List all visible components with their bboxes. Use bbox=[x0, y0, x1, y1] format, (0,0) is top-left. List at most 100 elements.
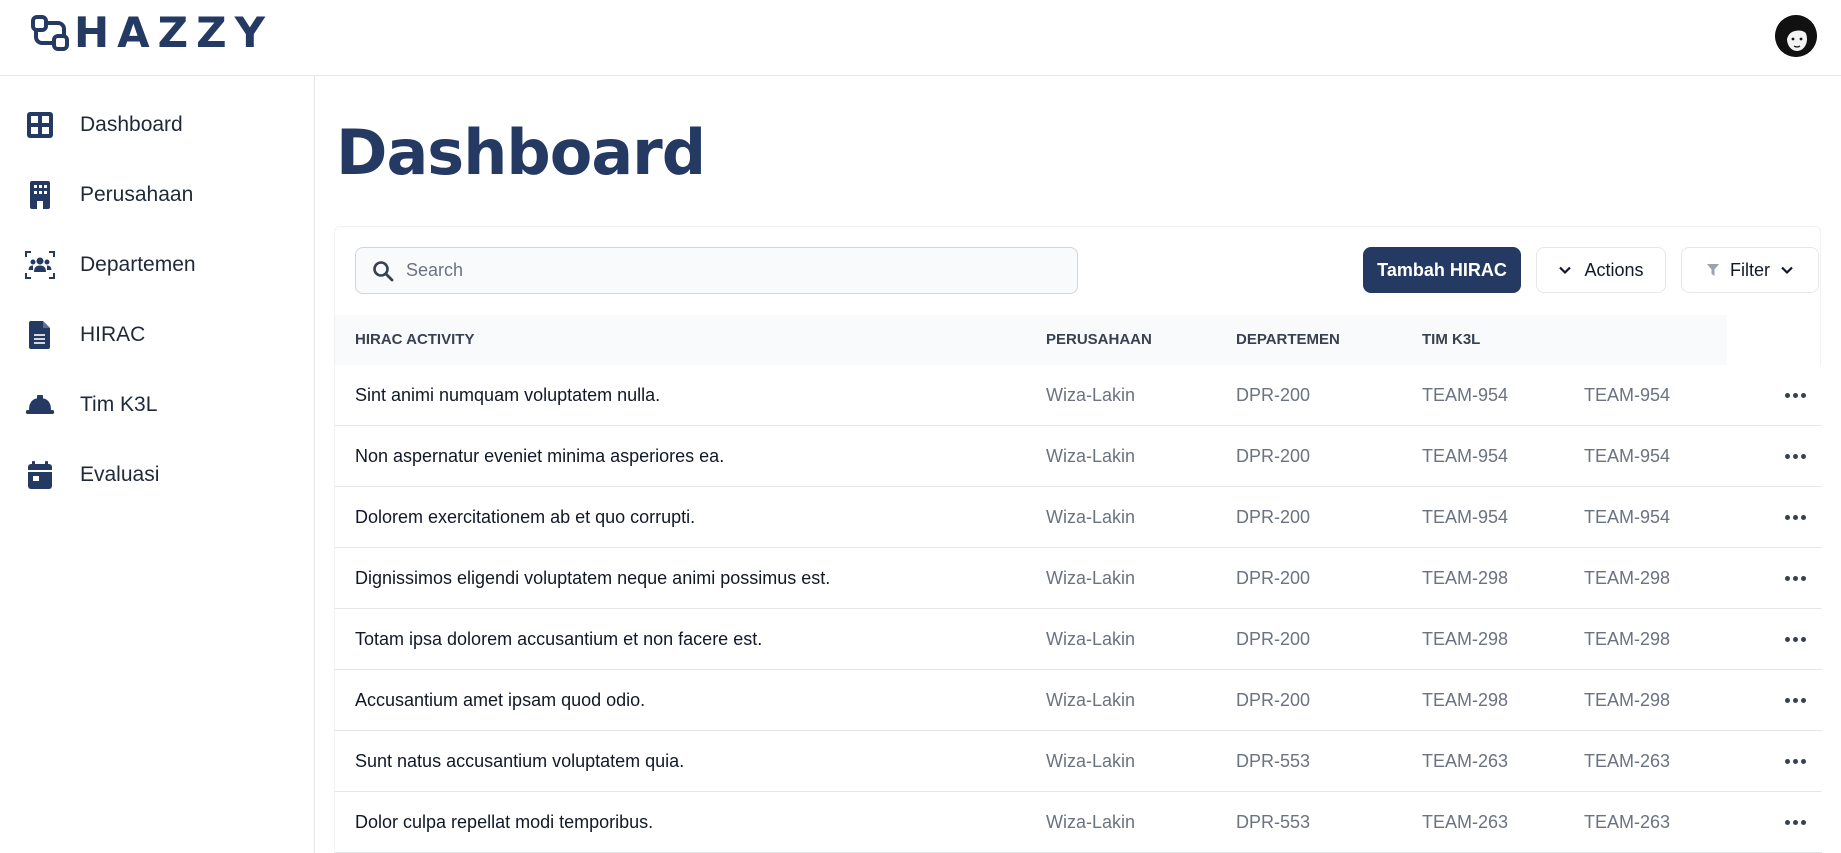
sidebar-item-label: Perusahaan bbox=[80, 183, 194, 206]
cell-departemen: DPR-200 bbox=[1236, 385, 1311, 405]
dot bbox=[1792, 697, 1798, 703]
user-avatar[interactable] bbox=[1775, 15, 1817, 57]
cell-perusahaan: Wiza-Lakin bbox=[1046, 812, 1136, 832]
cell-perusahaan: Wiza-Lakin bbox=[1046, 629, 1136, 649]
dot bbox=[1784, 575, 1790, 581]
cell-departemen: DPR-553 bbox=[1236, 812, 1311, 832]
page-title: Dashboard bbox=[336, 116, 706, 189]
search-box[interactable] bbox=[355, 247, 1078, 294]
dot bbox=[1792, 392, 1798, 398]
cell-tim-k3l: TEAM-954 bbox=[1422, 385, 1509, 405]
search-input[interactable] bbox=[406, 260, 1046, 281]
cell-activity: Dolor culpa repellat modi temporibus. bbox=[355, 812, 654, 832]
cell-activity: Sint animi numquam voluptatem nulla. bbox=[355, 385, 661, 405]
column-header-perusahaan[interactable]: PERUSAHAAN bbox=[1046, 315, 1152, 365]
more-options-icon[interactable] bbox=[1781, 566, 1809, 590]
dot bbox=[1792, 514, 1798, 520]
column-header-activity[interactable]: HIRAC ACTIVITY bbox=[355, 315, 474, 365]
cell-tim-k3l: TEAM-954 bbox=[1422, 446, 1509, 466]
dot bbox=[1792, 758, 1798, 764]
filter-dropdown-button[interactable]: Filter bbox=[1681, 247, 1819, 293]
cell-activity: Sunt natus accusantium voluptatem quia. bbox=[355, 751, 685, 771]
cell-perusahaan: Wiza-Lakin bbox=[1046, 690, 1136, 710]
cell-departemen: DPR-200 bbox=[1236, 690, 1311, 710]
building-icon bbox=[20, 175, 60, 215]
cell-departemen: DPR-200 bbox=[1236, 568, 1311, 588]
cell-activity: Dolorem exercitationem ab et quo corrupt… bbox=[355, 507, 696, 527]
sidebar-item-label: Tim K3L bbox=[80, 393, 158, 416]
brand-logo[interactable]: HAZZY bbox=[30, 8, 273, 57]
cell-tim-k3l: TEAM-298 bbox=[1422, 690, 1509, 710]
sidebar-item-tim-k3l[interactable]: Tim K3L bbox=[20, 385, 300, 425]
cell-team: TEAM-298 bbox=[1584, 629, 1671, 649]
hazzy-logo-icon bbox=[31, 15, 69, 51]
more-options-icon[interactable] bbox=[1781, 688, 1809, 712]
sidebar-item-dashboard[interactable]: Dashboard bbox=[20, 105, 300, 145]
more-options-icon[interactable] bbox=[1781, 627, 1809, 651]
cell-tim-k3l: TEAM-263 bbox=[1422, 812, 1509, 832]
table-row[interactable]: Accusantium amet ipsam quod odio. Wiza-La… bbox=[335, 670, 1822, 731]
helmet-icon bbox=[20, 385, 60, 425]
dot bbox=[1792, 819, 1798, 825]
table-row[interactable]: Sint animi numquam voluptatem nulla. Wiza… bbox=[335, 365, 1822, 426]
cell-activity: Accusantium amet ipsam quod odio. bbox=[355, 690, 646, 710]
cell-tim-k3l: TEAM-298 bbox=[1422, 568, 1509, 588]
dot bbox=[1800, 697, 1806, 703]
table-row[interactable]: Totam ipsa dolorem accusantium et non fa… bbox=[335, 609, 1822, 670]
cell-perusahaan: Wiza-Lakin bbox=[1046, 385, 1136, 405]
cell-perusahaan: Wiza-Lakin bbox=[1046, 568, 1136, 588]
top-bar: HAZZY bbox=[0, 0, 1841, 76]
more-options-icon[interactable] bbox=[1781, 505, 1809, 529]
cell-perusahaan: Wiza-Lakin bbox=[1046, 507, 1136, 527]
dot bbox=[1800, 392, 1806, 398]
sidebar-item-perusahaan[interactable]: Perusahaan bbox=[20, 175, 300, 215]
cell-tim-k3l: TEAM-263 bbox=[1422, 751, 1509, 771]
dot bbox=[1792, 575, 1798, 581]
cell-team: TEAM-298 bbox=[1584, 568, 1671, 588]
actions-dropdown-button[interactable]: Actions bbox=[1536, 247, 1666, 293]
main-content: Dashboard Tambah HIRAC Actions Filter HI… bbox=[316, 76, 1841, 853]
cell-team: TEAM-954 bbox=[1584, 507, 1671, 527]
cell-departemen: DPR-200 bbox=[1236, 446, 1311, 466]
table-row[interactable]: Dolorem exercitationem ab et quo corrupt… bbox=[335, 487, 1822, 548]
table-row[interactable]: Dolor culpa repellat modi temporibus. Wiz… bbox=[335, 792, 1822, 853]
cell-departemen: DPR-200 bbox=[1236, 629, 1311, 649]
column-header-tim-k3l[interactable]: TIM K3L bbox=[1422, 315, 1480, 365]
column-header-departemen[interactable]: DEPARTEMEN bbox=[1236, 315, 1340, 365]
sidebar-item-label: Departemen bbox=[80, 253, 196, 276]
cell-activity: Non aspernatur eveniet minima asperiores… bbox=[355, 446, 725, 466]
sidebar-item-label: Evaluasi bbox=[80, 463, 160, 486]
grid-icon bbox=[20, 105, 60, 145]
dot bbox=[1800, 636, 1806, 642]
chevron-down-icon bbox=[1559, 266, 1572, 275]
add-hirac-button[interactable]: Tambah HIRAC bbox=[1363, 247, 1521, 293]
chevron-down-icon bbox=[1781, 266, 1793, 275]
cell-team: TEAM-263 bbox=[1584, 751, 1671, 771]
sidebar: Dashboard Perusahaan Departemen HIRAC Ti… bbox=[0, 76, 315, 853]
more-options-icon[interactable] bbox=[1781, 383, 1809, 407]
dot bbox=[1784, 819, 1790, 825]
table-row[interactable]: Sunt natus accusantium voluptatem quia. W… bbox=[335, 731, 1822, 792]
dot bbox=[1800, 758, 1806, 764]
hirac-table-card: Tambah HIRAC Actions Filter HIRAC ACTIVI… bbox=[334, 226, 1822, 853]
more-options-icon[interactable] bbox=[1781, 810, 1809, 834]
dot bbox=[1784, 453, 1790, 459]
sidebar-item-label: Dashboard bbox=[80, 113, 183, 136]
dot bbox=[1800, 453, 1806, 459]
table-row[interactable]: Non aspernatur eveniet minima asperiores… bbox=[335, 426, 1822, 487]
search-icon bbox=[373, 260, 394, 281]
cell-activity: Dignissimos eligendi voluptatem neque an… bbox=[355, 568, 831, 588]
funnel-icon bbox=[1707, 264, 1719, 276]
more-options-icon[interactable] bbox=[1781, 444, 1809, 468]
sidebar-item-evaluasi[interactable]: Evaluasi bbox=[20, 455, 300, 495]
more-options-icon[interactable] bbox=[1781, 749, 1809, 773]
brand-name: HAZZY bbox=[74, 8, 273, 57]
dot bbox=[1784, 697, 1790, 703]
table-row[interactable]: Dignissimos eligendi voluptatem neque an… bbox=[335, 548, 1822, 609]
dot bbox=[1784, 392, 1790, 398]
sidebar-item-hirac[interactable]: HIRAC bbox=[20, 315, 300, 355]
sidebar-item-departemen[interactable]: Departemen bbox=[20, 245, 300, 285]
cell-departemen: DPR-553 bbox=[1236, 751, 1311, 771]
calendar-icon bbox=[20, 455, 60, 495]
filter-label: Filter bbox=[1730, 259, 1770, 280]
